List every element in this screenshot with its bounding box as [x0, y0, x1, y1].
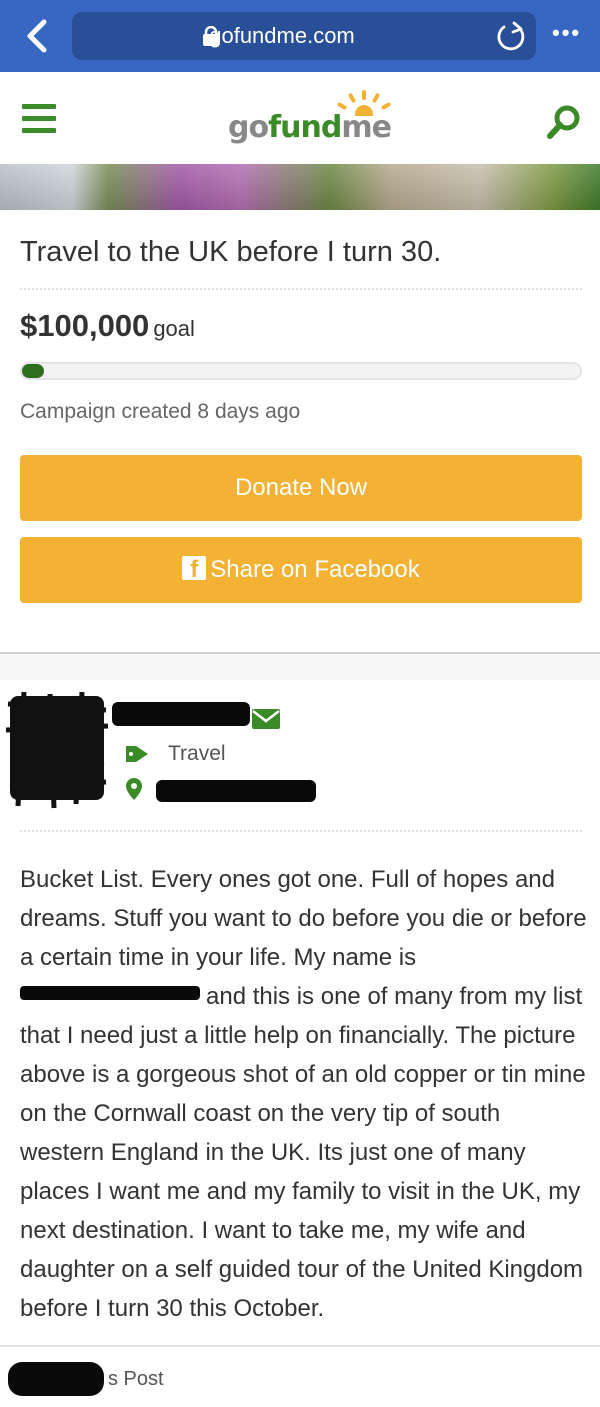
organizer-avatar[interactable] [5, 690, 110, 810]
campaign-category[interactable]: Travel [168, 742, 226, 766]
share-facebook-button[interactable]: Share on Facebook [20, 537, 582, 603]
divider [20, 830, 582, 832]
facebook-icon [182, 537, 207, 603]
campaign-title: Travel to the UK before I turn 30. [20, 236, 442, 268]
location-pin-icon [126, 778, 142, 800]
logo-wordmark: gofundme [228, 110, 392, 145]
post-author-redaction [8, 1362, 104, 1396]
divider [0, 1345, 600, 1347]
url-text: gofundme.com [209, 23, 355, 48]
hamburger-menu-icon[interactable] [22, 104, 58, 134]
more-options-button[interactable]: ••• [552, 20, 592, 50]
name-redaction [20, 986, 200, 1000]
site-header: gofundme [0, 72, 600, 164]
campaign-hero-image[interactable] [0, 164, 600, 210]
tag-icon [126, 746, 148, 762]
url-display: gofundme.com [72, 12, 452, 60]
progress-bar [20, 362, 582, 380]
gofundme-logo[interactable]: gofundme [228, 90, 408, 150]
back-button[interactable] [18, 16, 58, 56]
section-divider [0, 652, 600, 680]
post-author-label[interactable]: s Post [108, 1368, 164, 1391]
campaign-created-text: Campaign created 8 days ago [20, 400, 301, 423]
chevron-left-icon [27, 19, 47, 53]
goal-display: $100,000 goal [20, 308, 195, 344]
story-text-part-2: and this is one of many from my list tha… [20, 983, 586, 1322]
donate-now-button[interactable]: Donate Now [20, 455, 582, 521]
address-bar[interactable]: gofundme.com [72, 12, 536, 60]
campaign-story: Bucket List. Every ones got one. Full of… [20, 860, 590, 1328]
goal-label: goal [153, 316, 195, 341]
progress-fill [22, 364, 44, 378]
search-icon[interactable] [544, 102, 584, 142]
share-button-label: Share on Facebook [210, 556, 420, 583]
story-text-part-1: Bucket List. Every ones got one. Full of… [20, 866, 587, 971]
location-redaction [156, 780, 316, 802]
lock-icon [203, 26, 219, 46]
browser-toolbar: gofundme.com ••• [0, 0, 600, 72]
goal-amount: $100,000 [20, 308, 150, 343]
organizer-name-redaction [112, 702, 250, 726]
mail-icon[interactable] [252, 709, 280, 729]
reload-icon[interactable] [494, 20, 528, 54]
divider [20, 288, 582, 290]
redaction-scribble [5, 691, 109, 809]
